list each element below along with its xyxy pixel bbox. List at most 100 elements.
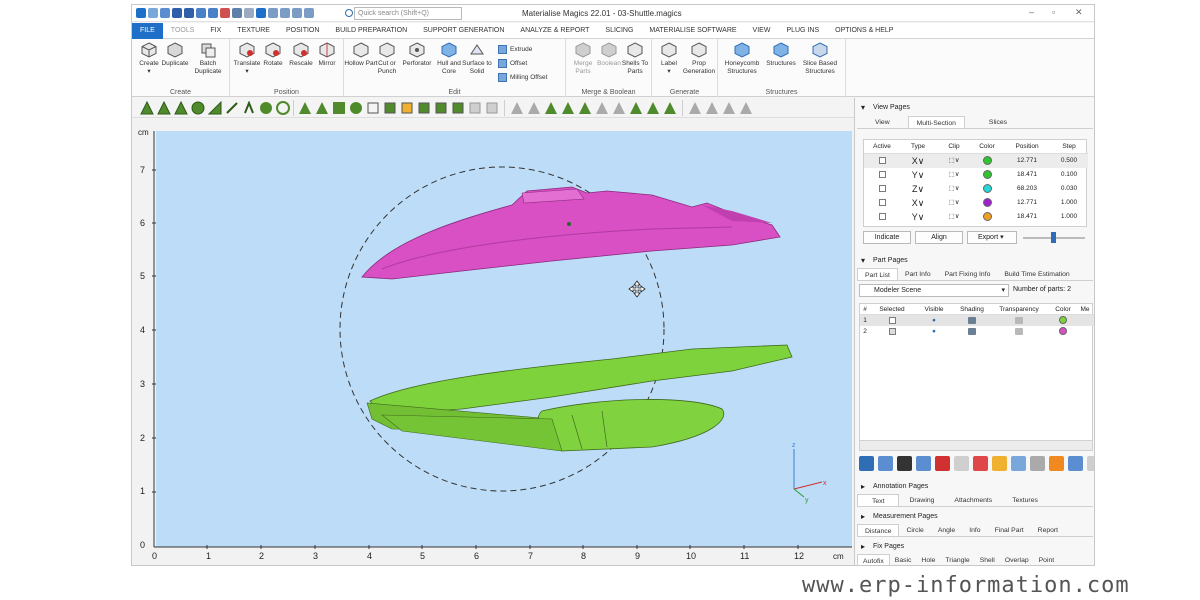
tab-texture[interactable]: TEXTURE <box>229 23 278 39</box>
tab-autofix[interactable]: Autofix <box>857 554 890 565</box>
visible-eye-icon[interactable]: ● <box>914 315 954 326</box>
part-tool-3-icon[interactable] <box>897 456 912 471</box>
tab-fix[interactable]: FIX <box>202 23 229 39</box>
tab-options-help[interactable]: OPTIONS & HELP <box>827 23 901 39</box>
view-front-icon[interactable] <box>140 101 154 115</box>
tool-d-icon[interactable] <box>561 101 575 115</box>
duplicate-button[interactable]: Duplicate <box>158 42 192 68</box>
part-tool-13-icon[interactable] <box>1087 456 1094 471</box>
tab-angle[interactable]: Angle <box>931 524 962 536</box>
table-row[interactable]: Z∨ ⬚∨ 68.203 0.030 <box>864 182 1088 196</box>
zoom-in-icon[interactable] <box>292 8 302 18</box>
structures-button[interactable]: Structures <box>764 42 798 68</box>
tool-h-icon[interactable] <box>629 101 643 115</box>
tab-final-part[interactable]: Final Part <box>988 524 1031 536</box>
type-select[interactable]: X∨ <box>900 196 936 210</box>
export-dropdown[interactable]: Export ▾ <box>967 231 1017 244</box>
tab-build-preparation[interactable]: BUILD PREPARATION <box>327 23 415 39</box>
position-value[interactable]: 18.471 <box>1002 210 1052 224</box>
part-pages-header[interactable]: Part Pages <box>855 255 1094 267</box>
tab-materialise-software[interactable]: MATERIALISE SOFTWARE <box>641 23 744 39</box>
shells-to-parts-button[interactable]: Shells To Parts <box>618 42 652 76</box>
view-top-icon[interactable] <box>208 101 222 115</box>
align-button[interactable]: Align <box>915 231 963 244</box>
cube-view-3-icon[interactable] <box>400 101 414 115</box>
mark-shell-icon[interactable] <box>349 101 363 115</box>
part-tool-10-icon[interactable] <box>1030 456 1045 471</box>
shading-icon[interactable] <box>259 101 273 115</box>
table-row[interactable]: X∨ ⬚∨ 12.771 0.500 <box>864 154 1088 168</box>
part-tool-5-icon[interactable] <box>935 456 950 471</box>
tab-view[interactable]: View <box>857 116 908 128</box>
tab-info[interactable]: Info <box>962 524 987 536</box>
view-right-icon[interactable] <box>191 101 205 115</box>
honeycomb-structures-button[interactable]: Honeycomb Structures <box>720 42 764 76</box>
active-checkbox[interactable] <box>878 212 886 220</box>
new-icon[interactable] <box>148 8 158 18</box>
part-tool-1-icon[interactable] <box>859 456 874 471</box>
tool-a-icon[interactable] <box>510 101 524 115</box>
tool-n-icon[interactable] <box>739 101 753 115</box>
undo-icon[interactable] <box>232 8 242 18</box>
maximize-button[interactable]: ▫ <box>1052 7 1055 17</box>
part-tool-9-icon[interactable] <box>1011 456 1026 471</box>
extrude-button[interactable]: Extrude <box>498 45 532 54</box>
save-all-icon[interactable] <box>184 8 194 18</box>
tab-distance[interactable]: Distance <box>857 524 900 536</box>
fix-pages-header[interactable]: Fix Pages <box>855 541 1094 553</box>
step-value[interactable]: 1.000 <box>1052 210 1086 224</box>
tab-tools[interactable]: TOOLS <box>163 23 203 39</box>
tab-build-time-estimation[interactable]: Build Time Estimation <box>997 268 1076 280</box>
part-tool-7-icon[interactable] <box>973 456 988 471</box>
tab-file[interactable]: FILE <box>132 22 163 39</box>
import-icon[interactable] <box>196 8 206 18</box>
pan-icon[interactable] <box>280 8 290 18</box>
active-checkbox[interactable] <box>878 156 886 164</box>
part-color-swatch[interactable] <box>1059 327 1067 336</box>
tab-plug-ins[interactable]: PLUG INS <box>778 23 827 39</box>
cube-view-4-icon[interactable] <box>417 101 431 115</box>
type-select[interactable]: Y∨ <box>900 210 936 224</box>
tab-attachments[interactable]: Attachments <box>944 494 1002 506</box>
tab-textures[interactable]: Textures <box>1002 494 1048 506</box>
color-swatch[interactable] <box>982 155 992 165</box>
table-row[interactable]: X∨ ⬚∨ 12.771 1.000 <box>864 196 1088 210</box>
close-file-icon[interactable] <box>220 8 230 18</box>
transparency-icon[interactable] <box>1015 316 1023 324</box>
tool-j-icon[interactable] <box>663 101 677 115</box>
tab-slices[interactable]: Slices <box>965 116 1031 128</box>
cut-punch-button[interactable]: Cut or Punch <box>370 42 404 76</box>
tab-basic[interactable]: Basic <box>890 554 917 565</box>
tab-hole[interactable]: Hole <box>916 554 940 565</box>
tool-b-icon[interactable] <box>527 101 541 115</box>
type-select[interactable]: X∨ <box>900 154 936 168</box>
tab-support-generation[interactable]: SUPPORT GENERATION <box>415 23 512 39</box>
prop-generation-button[interactable]: Prop Generation <box>682 42 716 76</box>
step-value[interactable]: 1.000 <box>1052 196 1086 210</box>
step-value[interactable]: 0.500 <box>1052 154 1086 168</box>
milling-offset-button[interactable]: Milling Offset <box>498 73 547 82</box>
step-value[interactable]: 0.030 <box>1052 182 1086 196</box>
close-button[interactable]: ✕ <box>1075 7 1083 18</box>
position-value[interactable]: 68.203 <box>1002 182 1052 196</box>
visible-eye-icon[interactable]: ● <box>914 326 954 337</box>
tab-part-list[interactable]: Part List <box>857 268 898 280</box>
tab-overlap[interactable]: Overlap <box>1000 554 1034 565</box>
perforator-button[interactable]: Perforator <box>400 42 434 68</box>
view-back-icon[interactable] <box>157 101 171 115</box>
part-tool-8-icon[interactable] <box>992 456 1007 471</box>
shading-icon[interactable] <box>968 316 976 324</box>
tab-circle[interactable]: Circle <box>899 524 930 536</box>
tool-k-icon[interactable] <box>688 101 702 115</box>
tool-g-icon[interactable] <box>612 101 626 115</box>
table-row[interactable]: 2 ● <box>860 326 1094 337</box>
tab-view[interactable]: VIEW <box>745 23 779 39</box>
color-swatch[interactable] <box>982 211 992 221</box>
color-swatch[interactable] <box>982 183 992 193</box>
wireframe-icon[interactable] <box>276 101 290 115</box>
surface-to-solid-button[interactable]: Surface to Solid <box>460 42 494 76</box>
indicate-button[interactable]: Indicate <box>863 231 911 244</box>
view-pages-header[interactable]: View Pages <box>855 102 1094 114</box>
tab-multi-section[interactable]: Multi-Section <box>907 116 965 128</box>
batch-duplicate-button[interactable]: Batch Duplicate <box>191 42 225 76</box>
